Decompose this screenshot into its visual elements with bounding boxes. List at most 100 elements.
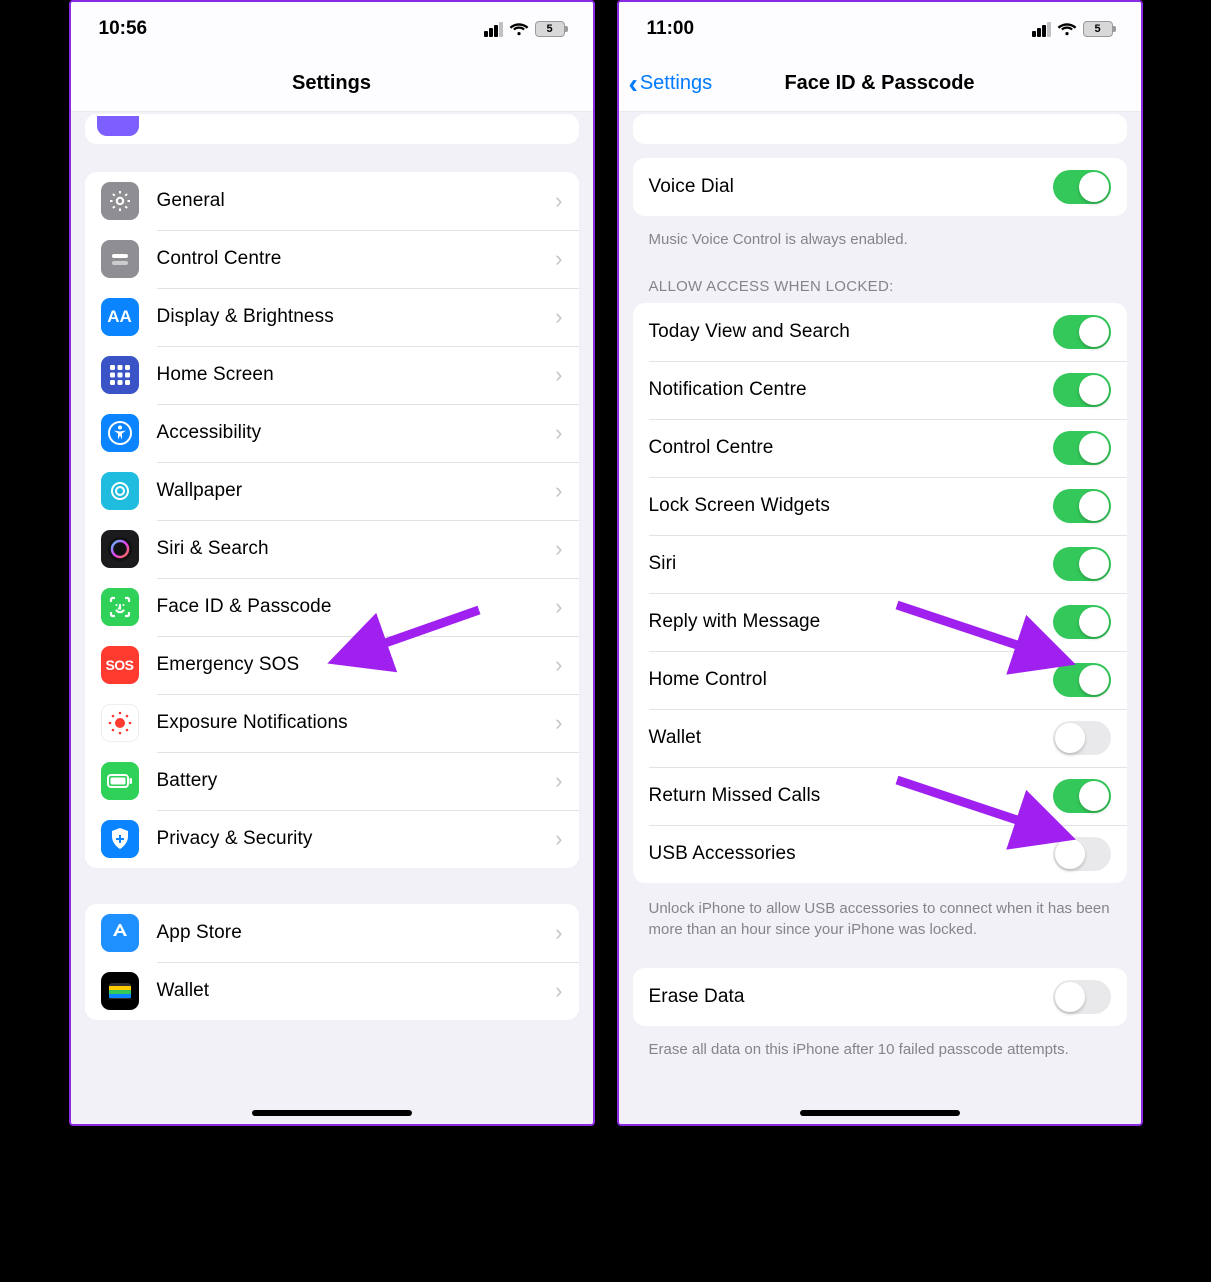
toggle-homec[interactable] [1053, 663, 1111, 697]
row-exposure[interactable]: Exposure Notifications › [85, 694, 579, 752]
chevron-right-icon: › [555, 710, 562, 736]
back-label: Settings [640, 72, 712, 95]
row-display[interactable]: AA Display & Brightness › [85, 288, 579, 346]
siri-icon [101, 530, 139, 568]
row-battery[interactable]: Battery › [85, 752, 579, 810]
faceid-passcode-screen: 11:00 5 ‹ Settings Face ID & Passcode Vo… [617, 0, 1143, 1126]
faceid-list[interactable]: Voice Dial Music Voice Control is always… [619, 112, 1141, 1124]
chevron-right-icon: › [555, 594, 562, 620]
page-title: Face ID & Passcode [784, 72, 974, 95]
chevron-right-icon: › [555, 304, 562, 330]
erase-group: Erase Data [633, 968, 1127, 1026]
voice-dial-caption: Music Voice Control is always enabled. [633, 222, 1127, 254]
row-home-screen[interactable]: Home Screen › [85, 346, 579, 404]
page-title: Settings [292, 72, 371, 95]
row-reply: Reply with Message [633, 593, 1127, 651]
toggle-wallet[interactable] [1053, 721, 1111, 755]
nav-bar: ‹ Settings Face ID & Passcode [619, 56, 1141, 112]
partial-group-top [85, 114, 579, 144]
chevron-right-icon: › [555, 652, 562, 678]
row-label: Home Control [649, 669, 1053, 691]
settings-group-apps: App Store › Wallet › [85, 904, 579, 1020]
accessibility-icon [101, 414, 139, 452]
row-label: Face ID & Passcode [157, 596, 556, 618]
toggle-voice-dial[interactable] [1053, 170, 1111, 204]
row-label: Emergency SOS [157, 654, 556, 676]
row-label: Display & Brightness [157, 306, 556, 328]
nav-bar: Settings [71, 56, 593, 112]
toggle-siri[interactable] [1053, 547, 1111, 581]
row-lsw: Lock Screen Widgets [633, 477, 1127, 535]
row-label: Siri [649, 553, 1053, 575]
battery-icon: 5 [535, 21, 565, 37]
settings-list[interactable]: General › Control Centre › AA Display & … [71, 112, 593, 1124]
toggle-erase-data[interactable] [1053, 980, 1111, 1014]
home-indicator[interactable] [800, 1110, 960, 1116]
status-right: 5 [484, 19, 565, 40]
settings-group-main: General › Control Centre › AA Display & … [85, 172, 579, 868]
toggle-notif[interactable] [1053, 373, 1111, 407]
wallet-icon [101, 972, 139, 1010]
chevron-right-icon: › [555, 978, 562, 1004]
privacy-icon [101, 820, 139, 858]
row-general[interactable]: General › [85, 172, 579, 230]
status-bar: 11:00 5 [619, 2, 1141, 56]
chevron-right-icon: › [555, 188, 562, 214]
row-label: Siri & Search [157, 538, 556, 560]
row-privacy[interactable]: Privacy & Security › [85, 810, 579, 868]
row-wallpaper[interactable]: Wallpaper › [85, 462, 579, 520]
row-label: Control Centre [157, 248, 556, 270]
row-accessibility[interactable]: Accessibility › [85, 404, 579, 462]
row-label: Privacy & Security [157, 828, 556, 850]
control-centre-icon [101, 240, 139, 278]
row-faceid[interactable]: Face ID & Passcode › [85, 578, 579, 636]
row-wallet[interactable]: Wallet › [85, 962, 579, 1020]
back-button[interactable]: ‹ Settings [629, 68, 713, 100]
row-cc: Control Centre [633, 419, 1127, 477]
row-label: Erase Data [649, 986, 1053, 1008]
row-label: Control Centre [649, 437, 1053, 459]
toggle-usb[interactable] [1053, 837, 1111, 871]
partial-row-icon [97, 116, 139, 136]
row-siri[interactable]: Siri & Search › [85, 520, 579, 578]
row-label: Notification Centre [649, 379, 1053, 401]
usb-caption: Unlock iPhone to allow USB accessories t… [633, 891, 1127, 944]
row-usb: USB Accessories [633, 825, 1127, 883]
row-control-centre[interactable]: Control Centre › [85, 230, 579, 288]
row-voice-dial: Voice Dial [633, 158, 1127, 216]
clock: 10:56 [99, 18, 148, 40]
toggle-lsw[interactable] [1053, 489, 1111, 523]
chevron-left-icon: ‹ [629, 68, 638, 100]
row-erase-data: Erase Data [633, 968, 1127, 1026]
appstore-icon [101, 914, 139, 952]
wifi-icon [509, 20, 529, 41]
wallpaper-icon [101, 472, 139, 510]
row-label: Exposure Notifications [157, 712, 556, 734]
status-right: 5 [1032, 19, 1113, 40]
status-bar: 10:56 5 [71, 2, 593, 56]
row-homec: Home Control [633, 651, 1127, 709]
erase-caption: Erase all data on this iPhone after 10 f… [633, 1032, 1127, 1064]
row-label: USB Accessories [649, 843, 1053, 865]
row-label: Accessibility [157, 422, 556, 444]
row-label: Reply with Message [649, 611, 1053, 633]
toggle-today[interactable] [1053, 315, 1111, 349]
row-label: Wallpaper [157, 480, 556, 502]
home-indicator[interactable] [252, 1110, 412, 1116]
battery-icon [101, 762, 139, 800]
toggle-reply[interactable] [1053, 605, 1111, 639]
cellular-icon [1032, 22, 1051, 37]
chevron-right-icon: › [555, 536, 562, 562]
row-appstore[interactable]: App Store › [85, 904, 579, 962]
toggle-missed[interactable] [1053, 779, 1111, 813]
allow-when-locked-group: Today View and Search Notification Centr… [633, 303, 1127, 883]
row-label: Wallet [649, 727, 1053, 749]
row-sos[interactable]: SOS Emergency SOS › [85, 636, 579, 694]
chevron-right-icon: › [555, 246, 562, 272]
row-label: Home Screen [157, 364, 556, 386]
row-wallet: Wallet [633, 709, 1127, 767]
general-icon [101, 182, 139, 220]
row-label: Voice Dial [649, 176, 1053, 198]
voice-dial-group: Voice Dial [633, 158, 1127, 216]
toggle-cc[interactable] [1053, 431, 1111, 465]
